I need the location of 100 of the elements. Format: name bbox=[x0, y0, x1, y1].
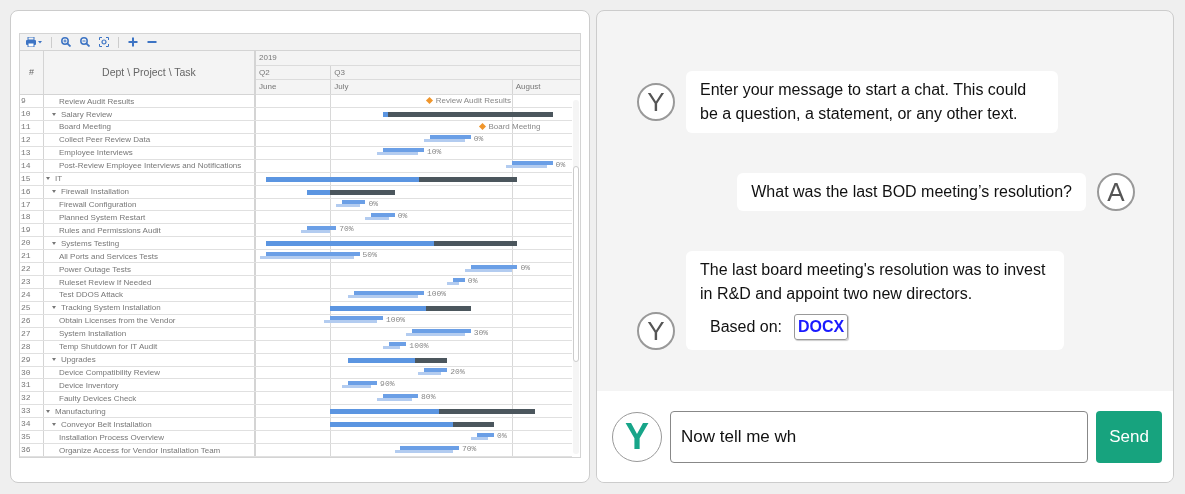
scrollbar-track[interactable] bbox=[573, 100, 579, 454]
task-name: Obtain Licenses from the Vendor bbox=[59, 315, 176, 327]
quarter-label: Q3 bbox=[330, 65, 580, 80]
avatar: Y bbox=[637, 312, 675, 350]
avatar: A bbox=[1097, 173, 1135, 211]
row-number: 30 bbox=[20, 366, 44, 379]
expand-toggle[interactable] bbox=[52, 190, 56, 194]
row-number: 9 bbox=[20, 95, 44, 108]
month-label: July bbox=[330, 80, 512, 94]
task-name: Ruleset Review If Needed bbox=[59, 276, 152, 288]
baseline-bar bbox=[347, 294, 419, 298]
scrollbar-thumb[interactable] bbox=[573, 166, 579, 362]
message-input[interactable]: Now tell me wh bbox=[670, 410, 1089, 463]
row-number: 21 bbox=[20, 250, 44, 263]
progress-label: 30% bbox=[473, 327, 489, 337]
task-name: Employee Interviews bbox=[59, 147, 133, 159]
task-name: Organize Access for Vendor Installation Team bbox=[59, 444, 221, 456]
task-name: Conveyor Belt Installation bbox=[61, 418, 152, 430]
column-header: # bbox=[29, 65, 34, 79]
month-label: June bbox=[258, 81, 278, 94]
row-number: 15 bbox=[20, 172, 44, 185]
zoom-out-icon[interactable] bbox=[80, 37, 90, 48]
baseline-bar bbox=[505, 165, 547, 169]
row-number: 23 bbox=[20, 276, 44, 288]
task-name: Device Compatibility Review bbox=[59, 367, 160, 378]
expand-toggle[interactable] bbox=[52, 241, 56, 245]
expand-toggle[interactable] bbox=[52, 306, 56, 310]
plus-icon[interactable] bbox=[128, 37, 138, 48]
row-number: 32 bbox=[20, 392, 44, 405]
progress-label: 50% bbox=[362, 250, 377, 260]
baseline-bar bbox=[377, 397, 413, 401]
expand-toggle[interactable] bbox=[46, 177, 50, 181]
task-bar bbox=[453, 277, 465, 282]
baseline-bar bbox=[464, 268, 512, 272]
row-number: 16 bbox=[20, 185, 44, 198]
task-bar bbox=[382, 148, 424, 153]
task-name: Post-Review Employee Interviews and Notifications bbox=[59, 160, 242, 172]
source-label: Based on: bbox=[710, 317, 783, 337]
progress-label: 10% bbox=[426, 146, 442, 156]
expand-toggle[interactable] bbox=[52, 112, 56, 116]
progress-label: 0% bbox=[555, 159, 566, 169]
task-name: Salary Review bbox=[61, 108, 113, 120]
row-number: 24 bbox=[20, 289, 44, 301]
row-number: 35 bbox=[20, 431, 44, 444]
task-bar bbox=[470, 264, 518, 269]
row-number: 19 bbox=[20, 224, 44, 237]
progress-label: 100% bbox=[409, 340, 429, 350]
task-name: Review Audit Results bbox=[59, 95, 135, 107]
progress-label: 70% bbox=[339, 224, 354, 234]
row-number: 33 bbox=[20, 405, 44, 418]
zoom-in-icon[interactable] bbox=[61, 37, 71, 48]
row-number: 12 bbox=[20, 133, 44, 146]
baseline-bar bbox=[418, 372, 442, 376]
zoom-fit-icon[interactable] bbox=[99, 37, 109, 48]
milestone-icon bbox=[426, 97, 434, 105]
baseline-bar bbox=[447, 281, 459, 285]
avatar: Y bbox=[637, 83, 675, 121]
baseline-bar bbox=[336, 204, 360, 208]
task-bar bbox=[476, 432, 495, 437]
task-name: Device Inventory bbox=[59, 379, 119, 391]
task-name: Board Meeting bbox=[59, 121, 112, 133]
task-name: System Installation bbox=[59, 328, 127, 340]
column-header: Dept \ Project \ Task bbox=[102, 64, 196, 80]
progress-label: 100% bbox=[426, 289, 447, 298]
task-bar bbox=[353, 290, 424, 295]
expand-toggle[interactable] bbox=[52, 358, 56, 362]
task-name: Systems Testing bbox=[61, 237, 120, 249]
print-icon[interactable] bbox=[26, 37, 42, 48]
progress-label: 0% bbox=[497, 431, 507, 441]
task-bar bbox=[423, 368, 448, 373]
progress-label: 70% bbox=[462, 444, 477, 454]
task-bar bbox=[412, 329, 471, 334]
progress-label: 80% bbox=[421, 392, 436, 402]
task-name: All Ports and Services Tests bbox=[59, 250, 158, 262]
row-number: 27 bbox=[20, 327, 44, 340]
task-name: Manufacturing bbox=[55, 405, 106, 417]
task-bar bbox=[388, 342, 407, 347]
task-name: Rules and Permissions Audit bbox=[59, 224, 161, 236]
expand-toggle[interactable] bbox=[52, 422, 56, 426]
progress-label: 0% bbox=[397, 211, 408, 221]
row-number: 22 bbox=[20, 263, 44, 276]
year-label: 2019 bbox=[258, 52, 278, 65]
avatar: Y bbox=[612, 411, 662, 462]
baseline-bar bbox=[470, 436, 489, 440]
row-number: 10 bbox=[20, 108, 44, 121]
row-number: 28 bbox=[20, 340, 44, 353]
task-name: Power Outage Tests bbox=[59, 263, 131, 275]
baseline-bar bbox=[406, 333, 465, 337]
file-attachment[interactable]: DOCX bbox=[794, 314, 849, 340]
task-bar bbox=[400, 445, 459, 450]
quarter-label: Q2 bbox=[258, 66, 271, 79]
row-number: 31 bbox=[20, 379, 44, 392]
milestone-icon bbox=[478, 123, 486, 131]
task-name: Tracking System Installation bbox=[61, 302, 161, 314]
message-text: The last board meeting's resolution was to invest in R&D and appoint two new directors. bbox=[700, 260, 1047, 304]
expand-toggle[interactable] bbox=[46, 409, 50, 413]
task-name: Planned System Restart bbox=[59, 211, 146, 223]
task-bar bbox=[342, 200, 366, 205]
progress-label: 100% bbox=[385, 314, 406, 324]
row-number: 11 bbox=[20, 121, 44, 133]
